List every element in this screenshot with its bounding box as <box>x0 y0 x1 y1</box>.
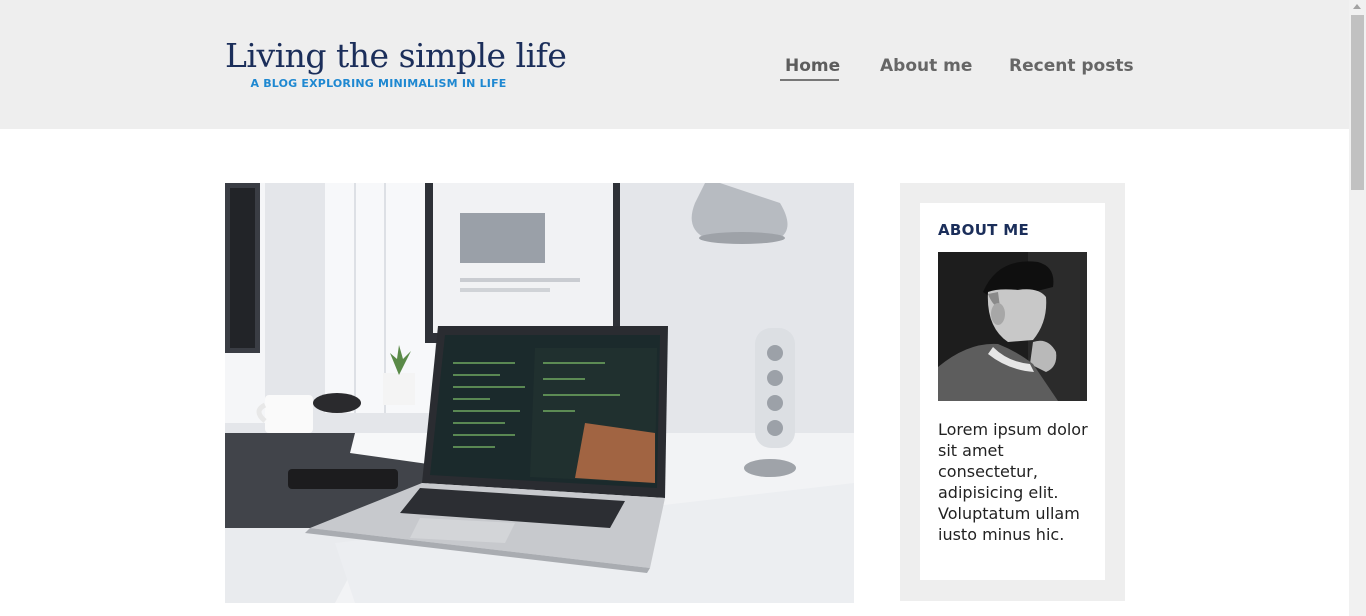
hero-image <box>225 183 854 603</box>
nav-about-link[interactable]: About me <box>880 55 972 77</box>
author-photo <box>938 252 1087 401</box>
about-me-card: ABOUT ME Lorem ipsum dolor sit amet cons… <box>920 203 1105 580</box>
page-scrollbar[interactable] <box>1349 0 1366 616</box>
nav-home-link[interactable]: Home <box>785 55 840 77</box>
about-me-heading: ABOUT ME <box>938 221 1030 239</box>
site-header: Living the simple life A BLOG EXPLORING … <box>0 0 1349 129</box>
scrollbar-thumb[interactable] <box>1351 15 1364 190</box>
about-me-text: Lorem ipsum dolor sit amet consectetur, … <box>938 420 1088 544</box>
nav-recent-posts-link[interactable]: Recent posts <box>1009 55 1134 77</box>
scroll-up-arrow-icon[interactable] <box>1353 4 1361 9</box>
site-title[interactable]: Living the simple life <box>225 36 567 76</box>
site-tagline: A BLOG EXPLORING MINIMALISM IN LIFE <box>250 77 507 90</box>
sidebar: ABOUT ME Lorem ipsum dolor sit amet cons… <box>900 183 1125 601</box>
nav-active-underline <box>780 79 839 81</box>
